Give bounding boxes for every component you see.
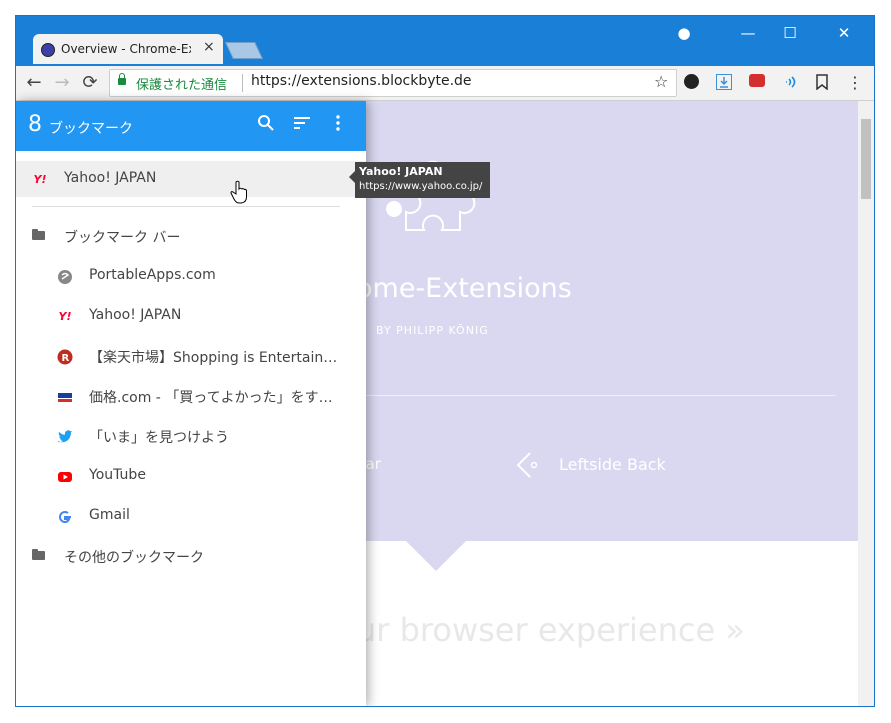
browser-toolbar: ← → ⟳ 保護された通信 https://extensions.blockby… bbox=[16, 66, 874, 101]
yahoo-icon: Y! bbox=[33, 173, 47, 186]
chrome-menu-icon[interactable]: ⋮ bbox=[846, 74, 864, 92]
tooltip-url: https://www.yahoo.co.jp/ bbox=[359, 181, 483, 192]
title-bar: Overview - Chrome-Ex × ● — ☐ ✕ bbox=[16, 16, 874, 66]
forward-button[interactable]: → bbox=[50, 71, 74, 95]
bookmark-star-icon[interactable]: ☆ bbox=[654, 72, 668, 91]
bookmark-label: Yahoo! JAPAN bbox=[89, 307, 182, 323]
wave-extension-icon[interactable] bbox=[782, 74, 800, 92]
maximize-button[interactable]: ☐ bbox=[768, 22, 812, 44]
google-icon bbox=[57, 509, 73, 525]
reload-button[interactable]: ⟳ bbox=[78, 71, 102, 95]
scrollbar-thumb[interactable] bbox=[861, 119, 871, 199]
bookmark-tooltip: Yahoo! JAPAN https://www.yahoo.co.jp/ bbox=[349, 162, 490, 198]
hero-divider bbox=[356, 395, 836, 396]
hand-cursor-icon bbox=[230, 180, 247, 204]
bookmark-item[interactable]: R 【楽天市場】Shopping is Entertain… bbox=[16, 338, 366, 374]
leftside-back-icon bbox=[516, 452, 538, 478]
bookmark-sidebar-icon[interactable] bbox=[813, 74, 831, 92]
sidebar-header: 8 ブックマーク bbox=[16, 101, 366, 151]
back-button[interactable]: ← bbox=[22, 71, 46, 95]
folder-icon bbox=[32, 229, 48, 245]
folder-bookmarks-bar[interactable]: ブックマーク バー bbox=[16, 218, 366, 254]
youtube-icon bbox=[57, 469, 73, 485]
download-extension-icon[interactable] bbox=[716, 74, 732, 90]
bookmark-item[interactable]: 価格.com - 「買ってよかった」をす… bbox=[16, 378, 366, 414]
tab-title: Overview - Chrome-Ex bbox=[61, 42, 191, 56]
folder-other-bookmarks[interactable]: その他のブックマーク bbox=[16, 538, 366, 574]
address-bar[interactable]: 保護された通信 https://extensions.blockbyte.de … bbox=[109, 69, 677, 97]
bookmark-label: 価格.com - 「買ってよかった」をす… bbox=[89, 390, 333, 406]
bookmark-sidebar: 8 ブックマーク Y! Yahoo! JAPAN ブックマーク バー Porta… bbox=[16, 101, 366, 706]
hero-byline: BY PHILIPP KÖNIG bbox=[376, 324, 489, 337]
page-scrollbar[interactable] bbox=[858, 101, 874, 706]
folder-label: ブックマーク バー bbox=[64, 230, 181, 246]
omnibox-divider bbox=[242, 74, 243, 92]
leftside-back-label: Leftside Back bbox=[559, 455, 666, 474]
kakaku-icon bbox=[57, 389, 73, 405]
bookmark-count: 8 bbox=[28, 112, 42, 137]
hero-title: ome-Extensions bbox=[356, 273, 572, 304]
extension-favicon-icon bbox=[41, 43, 55, 57]
pinned-bookmark-yahoo[interactable]: Y! Yahoo! JAPAN bbox=[16, 161, 366, 197]
new-tab-button[interactable] bbox=[225, 42, 263, 59]
red-extension-icon[interactable] bbox=[749, 74, 765, 87]
close-button[interactable]: ✕ bbox=[822, 22, 866, 44]
bookmark-item[interactable]: YouTube bbox=[16, 458, 366, 494]
twitter-icon bbox=[57, 429, 73, 445]
bookmark-label: Gmail bbox=[89, 507, 130, 523]
url-text[interactable]: https://extensions.blockbyte.de bbox=[251, 73, 472, 89]
bookmark-label: YouTube bbox=[89, 467, 146, 483]
browser-window: Overview - Chrome-Ex × ● — ☐ ✕ ← → ⟳ 保護さ… bbox=[15, 15, 875, 707]
tab-close-icon[interactable]: × bbox=[203, 39, 215, 55]
search-icon[interactable] bbox=[255, 114, 277, 136]
portableapps-icon bbox=[57, 269, 73, 285]
tab-overview[interactable]: Overview - Chrome-Ex × bbox=[33, 34, 223, 64]
tagline: ur browser experience » bbox=[356, 611, 745, 649]
sidebar-title: ブックマーク bbox=[49, 121, 133, 137]
hero-pointer bbox=[406, 541, 466, 571]
bookmark-item[interactable]: PortableApps.com bbox=[16, 258, 366, 294]
svg-text:R: R bbox=[62, 353, 70, 364]
lock-icon bbox=[118, 73, 126, 85]
secure-label: 保護された通信 bbox=[136, 78, 228, 93]
pinned-divider bbox=[32, 206, 340, 207]
bookmark-label: PortableApps.com bbox=[89, 267, 216, 283]
bookmark-label: 【楽天市場】Shopping is Entertain… bbox=[89, 350, 338, 366]
bookmark-item[interactable]: Y! Yahoo! JAPAN bbox=[16, 298, 366, 334]
yahoo-icon: Y! bbox=[58, 310, 72, 323]
mask-extension-icon[interactable] bbox=[684, 74, 699, 89]
rakuten-icon: R bbox=[57, 349, 73, 365]
minimize-button[interactable]: — bbox=[726, 22, 770, 44]
more-vert-icon[interactable] bbox=[327, 114, 349, 136]
bookmark-item[interactable]: Gmail bbox=[16, 498, 366, 534]
sort-icon[interactable] bbox=[291, 114, 313, 136]
folder-label: その他のブックマーク bbox=[64, 550, 204, 566]
tooltip-title: Yahoo! JAPAN bbox=[359, 165, 443, 178]
bookmark-label: Yahoo! JAPAN bbox=[64, 170, 157, 186]
bookmark-item[interactable]: 「いま」を見つけよう bbox=[16, 418, 366, 454]
bookmark-label: 「いま」を見つけよう bbox=[89, 430, 229, 446]
folder-icon bbox=[32, 549, 48, 565]
account-icon[interactable]: ● bbox=[662, 22, 706, 44]
